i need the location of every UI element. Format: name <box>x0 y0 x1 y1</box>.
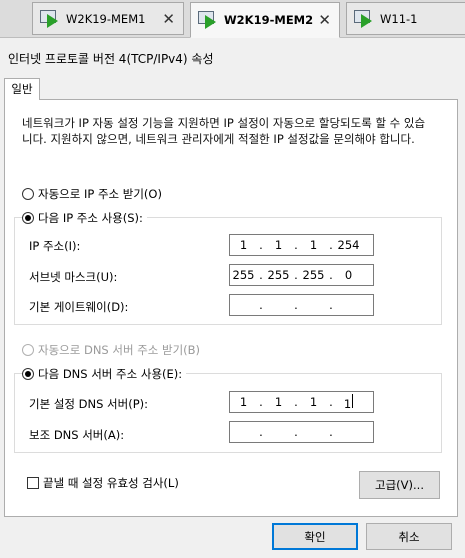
description-text: 네트워크가 IP 자동 설정 기능을 지원하면 IP 설정이 자동으로 할당되도… <box>22 116 426 146</box>
auto-ip-option[interactable]: 자동으로 IP 주소 받기(O) <box>22 186 162 202</box>
vm-running-icon <box>198 11 218 29</box>
vm-running-icon <box>354 9 374 28</box>
subnet-mask-label: 서브넷 마스크(U): <box>29 270 118 284</box>
preferred-dns-field[interactable]: 1. 1. 1. 1 <box>229 391 374 413</box>
manual-ip-option[interactable]: 다음 IP 주소 사용(S): <box>22 210 147 226</box>
octet: 1 <box>239 395 248 409</box>
close-icon[interactable]: ✕ <box>318 11 331 29</box>
octet-value: 1 <box>343 396 352 411</box>
octet: 255 <box>267 268 290 282</box>
dialog-title: 인터넷 프로토콜 버전 4(TCP/IPv4) 속성 <box>8 52 214 66</box>
auto-dns-label: 자동으로 DNS 서버 주소 받기(B) <box>38 343 201 357</box>
validate-option[interactable]: 끝낼 때 설정 유효성 검사(L) <box>27 475 179 491</box>
auto-ip-radio[interactable] <box>22 188 34 200</box>
cancel-button[interactable]: 취소 <box>366 523 452 550</box>
close-icon[interactable]: ✕ <box>162 10 175 28</box>
subnet-mask-field[interactable]: 255. 255. 255. 0 <box>229 264 374 286</box>
manual-dns-option[interactable]: 다음 DNS 서버 주소 사용(E): <box>22 366 187 382</box>
validate-checkbox[interactable] <box>27 477 39 489</box>
auto-ip-label: 자동으로 IP 주소 받기(O) <box>38 187 162 201</box>
ipv4-properties-dialog: 인터넷 프로토콜 버전 4(TCP/IPv4) 속성 일반 네트워크가 IP 자… <box>0 38 465 558</box>
octet: 255 <box>232 268 255 282</box>
octet: 254 <box>337 238 360 252</box>
octet: 1 <box>309 238 318 252</box>
vm-tab-w11-1[interactable]: W11-1 <box>346 2 465 35</box>
octet: 1 <box>309 395 318 409</box>
octet: 0 <box>344 268 353 282</box>
manual-ip-label: 다음 IP 주소 사용(S): <box>38 211 143 225</box>
vm-tab-label: W2K19-MEM2 <box>224 13 314 27</box>
octet: 1 <box>239 238 248 252</box>
vm-tab-w2k19-mem1[interactable]: W2K19-MEM1 ✕ <box>32 2 184 35</box>
manual-ip-radio[interactable] <box>22 212 34 224</box>
manual-dns-label: 다음 DNS 서버 주소 사용(E): <box>38 367 183 381</box>
octet: 1 <box>274 395 283 409</box>
text-caret <box>352 393 354 408</box>
octet: 255 <box>302 268 325 282</box>
octet: 1 <box>335 393 362 411</box>
ip-address-field[interactable]: 1. 1. 1. 254 <box>229 234 374 256</box>
octet: 1 <box>274 238 283 252</box>
auto-dns-option[interactable]: 자동으로 DNS 서버 주소 받기(B) <box>22 342 200 358</box>
validate-label: 끝낼 때 설정 유효성 검사(L) <box>43 476 179 490</box>
vm-tab-label: W11-1 <box>380 11 418 26</box>
vm-tab-label: W2K19-MEM1 <box>66 11 146 26</box>
tab-general[interactable]: 일반 <box>4 78 40 100</box>
gateway-field[interactable]: . . . <box>229 294 374 316</box>
vm-tab-bar: W2K19-MEM1 ✕ W2K19-MEM2 ✕ W11-1 <box>0 0 465 38</box>
ip-address-label: IP 주소(I): <box>29 239 81 253</box>
auto-dns-radio[interactable] <box>22 344 34 356</box>
vm-tab-w2k19-mem2[interactable]: W2K19-MEM2 ✕ <box>190 2 340 38</box>
gateway-label: 기본 게이트웨이(D): <box>29 300 129 314</box>
advanced-button[interactable]: 고급(V)... <box>359 471 440 499</box>
alternate-dns-field[interactable]: . . . <box>229 421 374 443</box>
vm-running-icon <box>40 9 60 28</box>
preferred-dns-label: 기본 설정 DNS 서버(P): <box>29 397 148 411</box>
manual-dns-radio[interactable] <box>22 368 34 380</box>
ok-button[interactable]: 확인 <box>272 523 358 550</box>
alternate-dns-label: 보조 DNS 서버(A): <box>29 428 125 442</box>
